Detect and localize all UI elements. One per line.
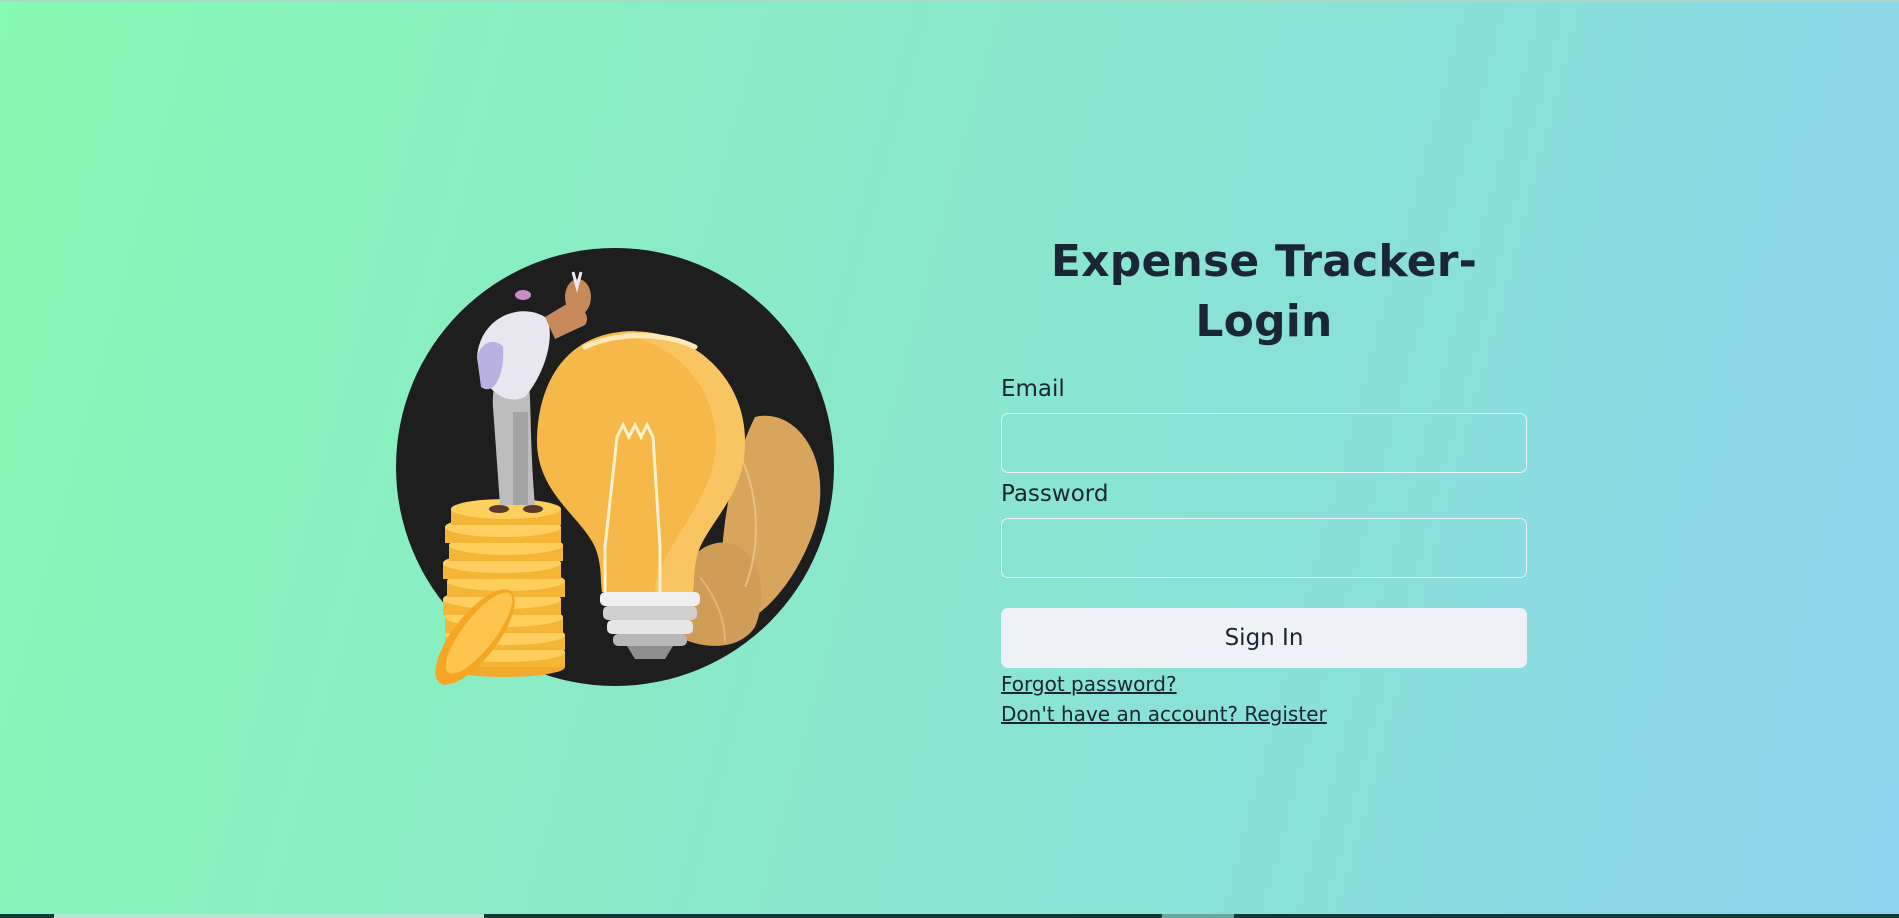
top-border: [0, 0, 1899, 2]
register-link[interactable]: Don't have an account? Register: [1001, 699, 1327, 729]
bottom-taskbar-strip: [0, 914, 1899, 918]
sign-in-button[interactable]: Sign In: [1001, 608, 1527, 668]
email-label: Email: [1001, 376, 1065, 402]
page-title: Expense Tracker-Login: [1050, 236, 1478, 347]
login-form: Expense Tracker-Login Email Password Sig…: [1001, 232, 1527, 729]
taskbar-indicator: [1162, 914, 1234, 918]
forgot-password-link[interactable]: Forgot password?: [1001, 669, 1177, 699]
password-label: Password: [1001, 481, 1109, 507]
password-field[interactable]: [1001, 518, 1527, 578]
lightbulb-coins-illustration: [395, 247, 835, 687]
email-field[interactable]: [1001, 413, 1527, 473]
taskbar-indicator: [54, 914, 484, 918]
